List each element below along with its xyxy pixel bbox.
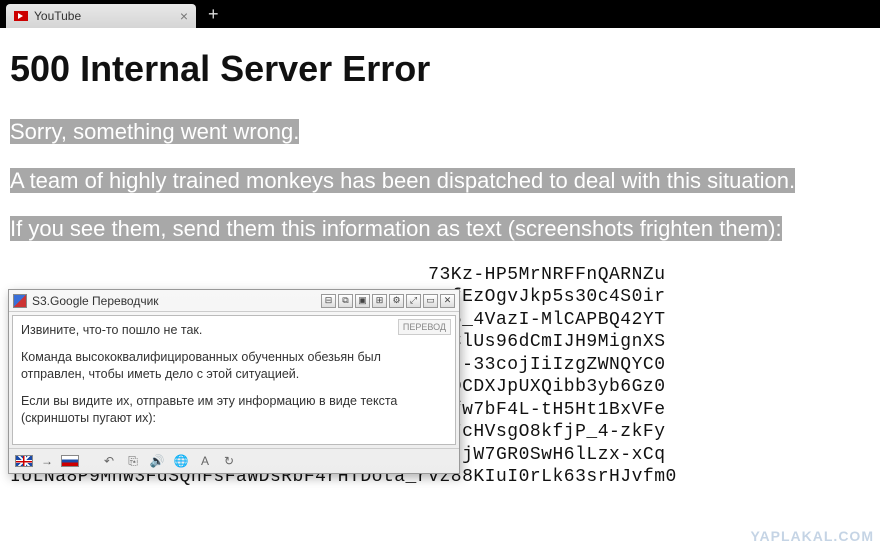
translate-tag-button[interactable]: ПЕРЕВОД	[398, 319, 451, 335]
tab-title: YouTube	[34, 9, 81, 23]
win-btn-1[interactable]: ⧉	[338, 294, 353, 308]
win-btn-close[interactable]: ✕	[440, 294, 455, 308]
translator-window-buttons: ⊟ ⧉ ▣ ⊞ ⚙ ⤢ ▭ ✕	[321, 294, 455, 308]
footer-globe-button[interactable]: 🌐	[173, 453, 189, 469]
footer-refresh-button[interactable]: ↻	[221, 453, 237, 469]
win-btn-0[interactable]: ⊟	[321, 294, 336, 308]
translator-app-icon	[13, 294, 27, 308]
footer-font-button[interactable]: A	[197, 453, 213, 469]
footer-back-button[interactable]: ↶	[101, 453, 117, 469]
error-text-line2: A team of highly trained monkeys has bee…	[10, 168, 795, 193]
translator-titlebar[interactable]: S3.Google Переводчик ⊟ ⧉ ▣ ⊞ ⚙ ⤢ ▭ ✕	[9, 290, 459, 312]
error-heading: 500 Internal Server Error	[10, 48, 872, 90]
new-tab-button[interactable]: +	[196, 4, 231, 28]
translated-line2: Команда высококвалифицированных обученны…	[21, 349, 447, 383]
error-text-line1: Sorry, something went wrong.	[10, 119, 299, 144]
error-text-line3: If you see them, send them this informat…	[10, 216, 782, 241]
flag-uk-icon[interactable]	[15, 455, 33, 467]
translator-footer: → ↶ ⎘ 🔊 🌐 A ↻	[9, 448, 459, 473]
footer-speak-button[interactable]: 🔊	[149, 453, 165, 469]
win-btn-3[interactable]: ⊞	[372, 294, 387, 308]
watermark: YAPLAKAL.COM	[751, 528, 875, 544]
arrow-right-icon: →	[41, 454, 53, 468]
translated-line3: Если вы видите их, отправьте им эту инфо…	[21, 393, 447, 427]
tab-close-button[interactable]: ×	[180, 8, 188, 24]
translator-body: ПЕРЕВОД Извините, что-то пошло не так. К…	[12, 315, 456, 445]
win-btn-6[interactable]: ▭	[423, 294, 438, 308]
flag-ru-icon[interactable]	[61, 455, 79, 467]
browser-tab-youtube[interactable]: YouTube ×	[6, 4, 196, 28]
youtube-favicon-icon	[14, 11, 28, 21]
browser-tab-bar: YouTube × +	[0, 0, 880, 28]
translated-line1: Извините, что-то пошло не так.	[21, 322, 447, 339]
win-btn-4[interactable]: ⚙	[389, 294, 404, 308]
translator-title: S3.Google Переводчик	[32, 294, 321, 308]
footer-copy-button[interactable]: ⎘	[125, 453, 141, 469]
win-btn-5[interactable]: ⤢	[406, 294, 421, 308]
win-btn-2[interactable]: ▣	[355, 294, 370, 308]
translator-popup[interactable]: S3.Google Переводчик ⊟ ⧉ ▣ ⊞ ⚙ ⤢ ▭ ✕ ПЕР…	[8, 289, 460, 474]
